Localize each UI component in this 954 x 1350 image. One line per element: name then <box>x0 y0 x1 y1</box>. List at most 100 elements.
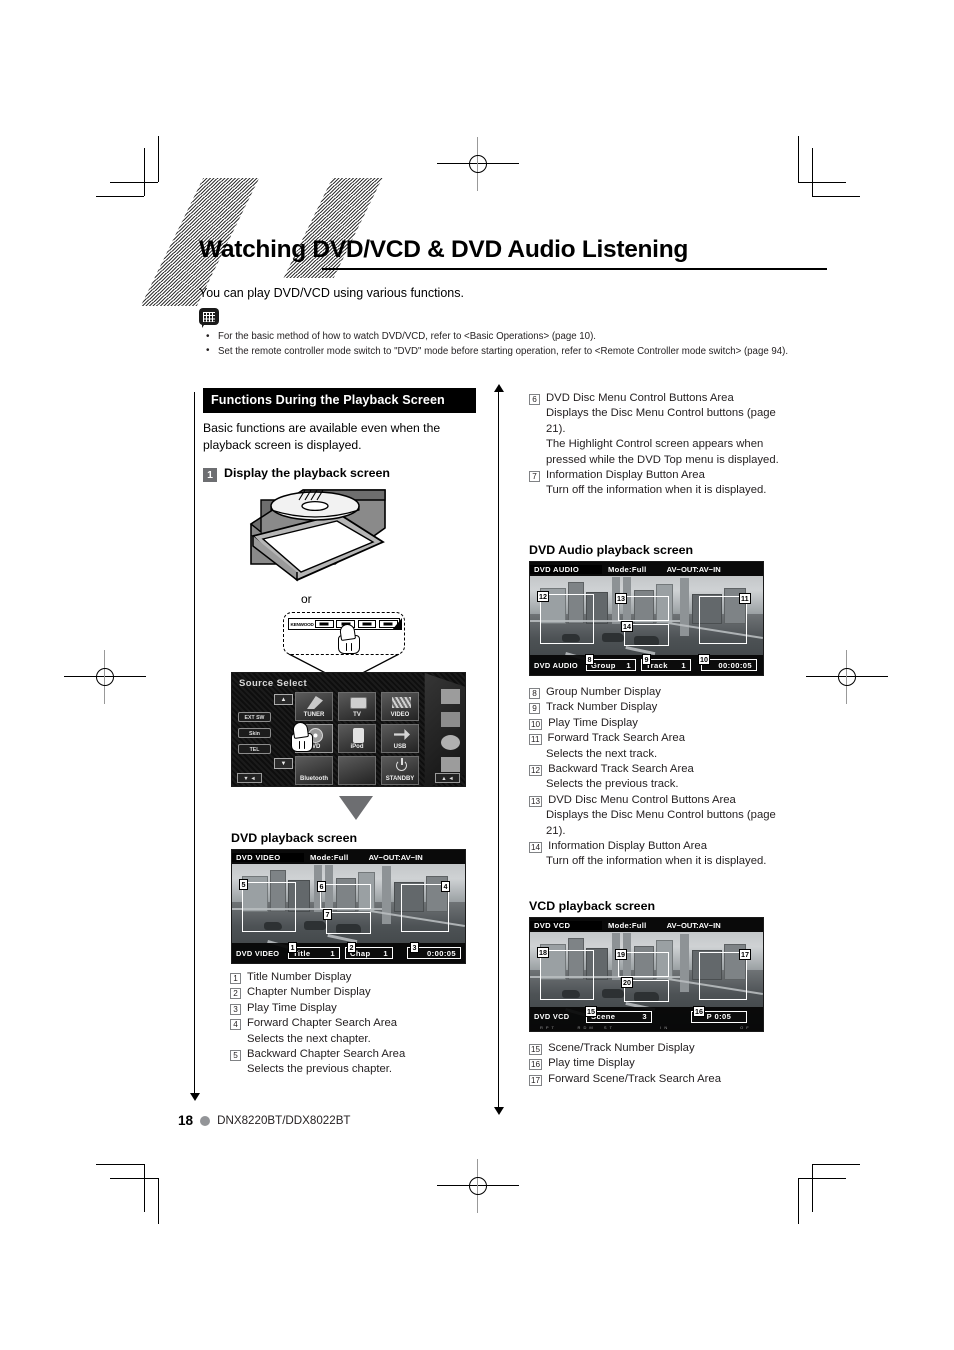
region-tag-10: 10 <box>698 654 710 665</box>
source-tile-standby[interactable]: STANDBY <box>381 756 419 785</box>
list-item: 8 Group Number Display <box>529 685 789 700</box>
faceplate-corner-wedge <box>392 618 402 630</box>
right-strip-icon-3[interactable] <box>441 735 460 750</box>
list-item: 5 Backward Chapter Search Area <box>230 1047 480 1062</box>
dvd-screen-topbar: DVD VIDEO Mode:Full AV−OUT:AV−IN <box>232 850 465 864</box>
right-strip-icon-4[interactable] <box>441 757 460 772</box>
audio-screen-avio: AV−OUT:AV−IN <box>666 564 721 574</box>
item-text: Play time Display <box>548 1057 635 1070</box>
play-time-value: 00:00:05 <box>718 660 752 670</box>
intro-text: You can play DVD/VCD using various funct… <box>199 286 464 300</box>
list-item: 7 Information Display Button Area <box>529 468 789 483</box>
registration-mark-left <box>64 650 146 704</box>
vcd-screen-caption: VCD playback screen <box>529 899 656 913</box>
source-tile-video[interactable]: VIDEO <box>381 692 419 721</box>
item-subtext: Displays the Disc Menu Control buttons (… <box>546 407 779 466</box>
source-tile-usb[interactable]: USB <box>381 724 419 753</box>
pointing-hand-icon <box>338 623 364 654</box>
item-text: Track Number Display <box>546 701 658 714</box>
list-item: 2 Chapter Number Display <box>230 985 480 1000</box>
page-title: Watching DVD/VCD & DVD Audio Listening <box>199 236 689 263</box>
registration-mark-top <box>437 137 519 191</box>
audio-screen-topbar: DVD AUDIO Mode:Full AV−OUT:AV−IN <box>530 562 763 576</box>
region-box-7[interactable] <box>326 912 371 934</box>
source-tile-bluetooth[interactable]: Bluetooth <box>295 756 333 785</box>
dvd-audio-playback-screen[interactable]: DVD AUDIO Mode:Full AV−OUT:AV−IN 12 13 1… <box>529 561 764 676</box>
list-item: 17 Forward Scene/Track Search Area <box>529 1072 789 1087</box>
source-select-screen[interactable]: Source Select EXT SW Skin TEL ▲ ▼ TUNER … <box>231 672 466 787</box>
section-body: Basic functions are available even when … <box>203 421 441 452</box>
item-number: 16 <box>529 1059 543 1071</box>
right-column-flow-arrow-top <box>493 384 504 392</box>
sidebtn-tel-label: TEL <box>249 747 260 753</box>
sidebtn-ext-sw-label: EXT SW <box>244 715 265 721</box>
tuner-icon <box>307 696 323 709</box>
volume-up-button[interactable]: ▲ ◄ <box>435 773 460 783</box>
step-1: 1 Display the playback screen <box>203 466 476 482</box>
list-item: 3 Play Time Display <box>230 1001 480 1016</box>
note-list: For the basic method of how to watch DVD… <box>204 330 829 359</box>
item-subtext: Turn off the information when it is disp… <box>546 855 767 868</box>
chapter-value: 1 <box>383 948 388 958</box>
dvd-screen-caption: DVD playback screen <box>231 831 358 845</box>
bridge-pillar <box>680 578 689 636</box>
item-subtext: Selects the next track. <box>546 747 658 760</box>
title-rule <box>322 268 827 271</box>
play-time-value: 0:00:05 <box>427 948 456 958</box>
volume-down-button[interactable]: ▼ ◄ <box>237 773 262 783</box>
region-tag-19: 19 <box>615 949 627 960</box>
item-text: Group Number Display <box>546 686 661 698</box>
vcd-screen-avio: AV−OUT:AV−IN <box>666 920 721 930</box>
source-tile-usb-label: USB <box>393 744 407 750</box>
source-tile-empty[interactable] <box>338 756 376 785</box>
registration-mark-right <box>806 650 888 704</box>
region-tag-14: 14 <box>621 621 633 632</box>
audio-screen-source: DVD AUDIO <box>530 564 602 574</box>
bridge-pillar <box>382 866 391 924</box>
dvd-playback-screen[interactable]: DVD VIDEO Mode:Full AV−OUT:AV−IN 5 6 7 4… <box>231 849 466 964</box>
group-value: 1 <box>626 660 631 670</box>
note-item: For the basic method of how to watch DVD… <box>204 330 829 344</box>
item-number: 6 <box>529 394 540 405</box>
dvd-screen-mode: Mode:Full <box>310 852 349 862</box>
scroll-down-button[interactable]: ▼ <box>274 758 293 769</box>
audio-screen-mode: Mode:Full <box>608 564 647 574</box>
bridge-pillar <box>680 934 689 992</box>
scroll-up-button[interactable]: ▲ <box>274 694 293 705</box>
item-number: 3 <box>230 1003 241 1015</box>
item-text: Forward Scene/Track Search Area <box>548 1072 721 1085</box>
list-item: 13 DVD Disc Menu Control Buttons Area <box>529 793 789 808</box>
region-box-5[interactable] <box>242 882 296 932</box>
page-footer: 18 DNX8220BT/DDX8022BT <box>178 1113 351 1128</box>
item-number: 9 <box>529 703 540 715</box>
right-strip-icon-2[interactable] <box>441 712 460 727</box>
sidebtn-tel[interactable]: TEL <box>238 744 271 754</box>
car <box>602 989 624 998</box>
list-item: 14 Information Display Button Area <box>529 839 789 854</box>
source-tile-tv[interactable]: TV <box>338 692 376 721</box>
right-column-flow-arrow-bottom <box>493 1107 504 1115</box>
right-strip-icon-1[interactable] <box>441 689 460 704</box>
group-label: Group <box>591 660 616 670</box>
sidebtn-skin[interactable]: Skin <box>238 728 271 738</box>
sidebtn-ext-sw[interactable]: EXT SW <box>238 712 271 722</box>
step-label: Display the playback screen <box>224 466 390 480</box>
note-grid-icon <box>199 308 220 329</box>
source-tile-ipod[interactable]: iPod <box>338 724 376 753</box>
source-tile-bluetooth-label: Bluetooth <box>300 776 328 782</box>
region-tag-17: 17 <box>739 949 751 960</box>
crop-mark-top-right <box>790 136 860 210</box>
footer-dot-icon <box>200 1115 211 1126</box>
faceplate-button[interactable] <box>314 620 334 628</box>
vcd-playback-screen[interactable]: DVD VCD Mode:Full AV−OUT:AV−IN 18 19 20 … <box>529 917 764 1032</box>
dvd-screen-avio: AV−OUT:AV−IN <box>368 852 423 862</box>
region-tag-8: 8 <box>585 654 594 665</box>
source-tile-tuner[interactable]: TUNER <box>295 692 333 721</box>
item-text: Chapter Number Display <box>247 986 371 999</box>
dvd-unit-illustration <box>243 484 428 596</box>
list-item: 6 DVD Disc Menu Control Buttons Area <box>529 391 789 406</box>
item-text: DVD Disc Menu Control Buttons Area <box>546 392 734 404</box>
region-box-6[interactable] <box>320 884 371 909</box>
right-column-flowline <box>498 392 500 1108</box>
item-subtext: Selects the previous track. <box>546 778 679 791</box>
